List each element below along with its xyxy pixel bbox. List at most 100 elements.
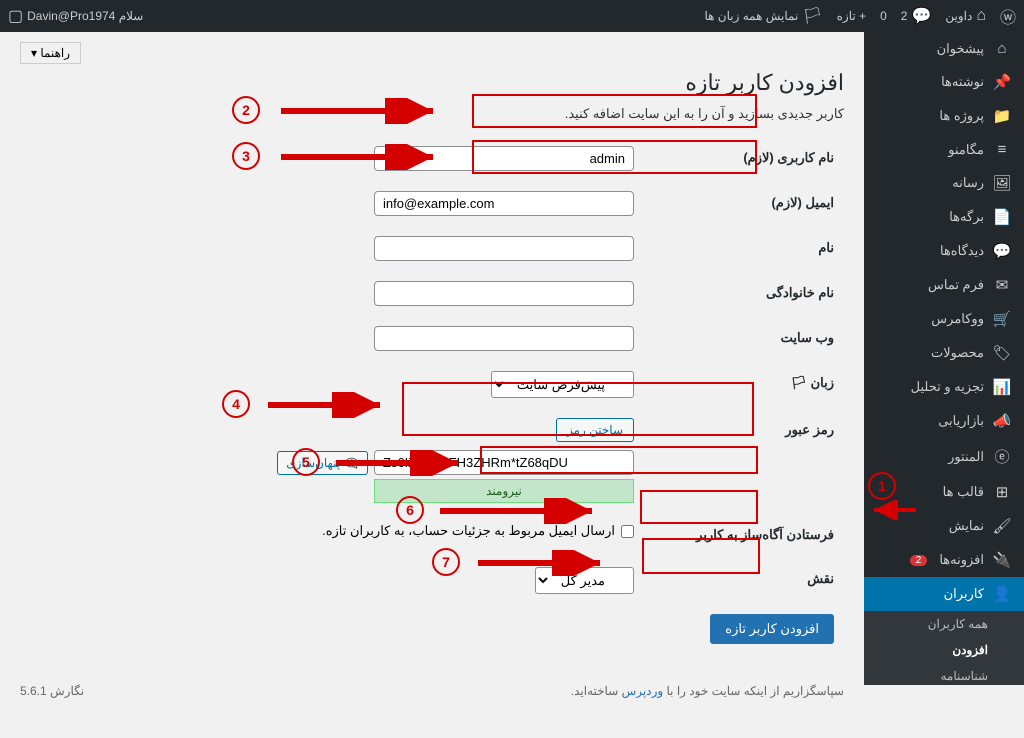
sidebar-item-7[interactable]: ✉ فرم تماس bbox=[864, 268, 1024, 302]
menu-label: بازاریابی bbox=[938, 413, 984, 429]
submenu-item-1[interactable]: افزودن bbox=[864, 637, 1024, 663]
menu-label: ووكامرس bbox=[931, 311, 984, 327]
sidebar-item-15[interactable]: 🔌افزونه‌ها2 bbox=[864, 543, 1024, 577]
menu-icon: ⓔ bbox=[992, 446, 1012, 467]
lastname-label: نام خانوادگی bbox=[644, 271, 844, 316]
menu-icon: 📌 bbox=[992, 73, 1012, 91]
firstname-input[interactable] bbox=[374, 236, 634, 261]
menu-label: فرم تماس bbox=[928, 277, 984, 293]
menu-label: دیدگاه‌ها bbox=[940, 243, 984, 259]
menu-icon: 📊 bbox=[992, 378, 1012, 396]
admin-footer: سپاسگزاریم از اینکه سایت خود را با وردپر… bbox=[20, 654, 844, 698]
menu-icon: ⊞ bbox=[992, 483, 1012, 501]
website-label: وب سایت bbox=[644, 316, 844, 361]
menu-icon: 🖌 bbox=[992, 517, 1012, 535]
menu-icon: 🛒 bbox=[992, 310, 1012, 328]
menu-label: محصولات bbox=[931, 345, 984, 361]
menu-icon: ≡ bbox=[992, 141, 1012, 158]
language-select[interactable]: پیش‌فرض سایت bbox=[491, 371, 634, 398]
howdy[interactable]: سلام Davin@Pro1974 ▢ bbox=[8, 6, 143, 26]
annotation-2: 2 bbox=[232, 96, 260, 124]
updates-link[interactable]: 0 bbox=[880, 9, 887, 23]
annotation-3: 3 bbox=[232, 142, 260, 170]
wp-logo[interactable]: ⓦ bbox=[1000, 4, 1016, 28]
sidebar-item-12[interactable]: ⓔالمنتور bbox=[864, 438, 1024, 475]
annotation-arrow-1 bbox=[866, 500, 920, 520]
sidebar-item-0[interactable]: ⌂ پیشخوان bbox=[864, 32, 1024, 65]
sidebar-item-11[interactable]: 📣 بازاریابی bbox=[864, 404, 1024, 438]
menu-icon: ⌂ bbox=[992, 40, 1012, 57]
annotation-arrow-6 bbox=[434, 498, 604, 524]
sidebar-item-6[interactable]: 💬 دیدگاه‌ها bbox=[864, 234, 1024, 268]
sidebar-item-2[interactable]: 📁پروژه ها bbox=[864, 99, 1024, 133]
page-title: افزودن کاربر تازه bbox=[20, 70, 844, 96]
flag-icon: 🏳 bbox=[790, 375, 807, 390]
sidebar-item-10[interactable]: 📊 تجزیه و تحلیل bbox=[864, 370, 1024, 404]
menu-icon: 🖼 bbox=[992, 174, 1012, 192]
annotation-arrow-7 bbox=[472, 550, 612, 576]
help-toggle[interactable]: راهنما ▾ bbox=[20, 42, 81, 64]
sidebar-item-1[interactable]: 📌 نوشته‌ها bbox=[864, 65, 1024, 99]
language-label: زبان 🏳 bbox=[644, 361, 844, 408]
annotation-7: 7 bbox=[432, 548, 460, 576]
menu-icon: 📄 bbox=[992, 208, 1012, 226]
firstname-label: نام bbox=[644, 226, 844, 271]
new-content[interactable]: + تازه bbox=[837, 9, 866, 23]
menu-label: مگامنو bbox=[948, 142, 984, 158]
menu-icon: ✉ bbox=[992, 276, 1012, 294]
wordpress-link[interactable]: وردپرس bbox=[622, 684, 664, 698]
menu-icon: 💬 bbox=[992, 242, 1012, 260]
menu-label: نمایش bbox=[949, 518, 984, 534]
send-notification-wrapper[interactable]: ارسال ایمیل مربوط به جزئیات حساب، به کار… bbox=[322, 523, 634, 539]
menu-label: رسانه bbox=[952, 175, 984, 191]
menu-icon: 📁 bbox=[992, 107, 1012, 125]
sidebar-item-9[interactable]: 🏷 محصولات bbox=[864, 336, 1024, 370]
menu-label: کاربران bbox=[944, 586, 984, 602]
annotation-5: 5 bbox=[292, 448, 320, 476]
send-notification-checkbox[interactable] bbox=[621, 525, 634, 538]
lang-switch[interactable]: 🏳نمایش همه زبان ها bbox=[704, 6, 822, 26]
menu-label: برگه‌ها bbox=[949, 209, 984, 225]
website-input[interactable] bbox=[374, 326, 634, 351]
sidebar-item-8[interactable]: 🛒 ووكامرس bbox=[864, 302, 1024, 336]
add-user-submit-button[interactable]: افزودن کاربر تازه bbox=[710, 614, 834, 644]
email-label: ایمیل (لازم) bbox=[644, 181, 844, 226]
menu-label: قالب ها bbox=[943, 484, 984, 500]
send-notification-label: فرستادن آگاه‌ساز به کاربر bbox=[644, 513, 844, 557]
menu-label: پیشخوان bbox=[937, 41, 984, 57]
admin-bar: ⓦ ⌂داوین 💬2 0 + تازه 🏳نمایش همه زبان ها … bbox=[0, 0, 1024, 32]
annotation-arrow-3 bbox=[275, 144, 445, 170]
menu-icon: 👤 bbox=[992, 585, 1012, 603]
generate-password-button[interactable]: ساختن رمز bbox=[556, 418, 634, 442]
lastname-input[interactable] bbox=[374, 281, 634, 306]
annotation-arrow-5 bbox=[330, 450, 470, 476]
sidebar-item-5[interactable]: 📄 برگه‌ها bbox=[864, 200, 1024, 234]
content-area: راهنما ▾ افزودن کاربر تازه کاربر جدیدی ب… bbox=[0, 32, 864, 738]
menu-label: نوشته‌ها bbox=[941, 74, 984, 90]
menu-icon: 🔌 bbox=[992, 551, 1012, 569]
add-user-form: نام کاربری (لازم) ایمیل (لازم) نام نام خ… bbox=[20, 136, 844, 604]
users-submenu: همه کاربرانافزودنشناسنامه bbox=[864, 611, 1024, 685]
submenu-item-2[interactable]: شناسنامه bbox=[864, 663, 1024, 685]
comments-link[interactable]: 💬2 bbox=[901, 6, 932, 26]
menu-icon: 🏷 bbox=[992, 344, 1012, 362]
annotation-4: 4 bbox=[222, 390, 250, 418]
site-name[interactable]: ⌂داوین bbox=[945, 7, 986, 25]
sidebar-item-16[interactable]: 👤 کاربران bbox=[864, 577, 1024, 611]
menu-label: افزونه‌ها bbox=[939, 552, 984, 568]
version-text: نگارش 5.6.1 bbox=[20, 684, 84, 698]
admin-sidebar: ⌂ پیشخوان 📌 نوشته‌ها 📁پروژه ها ≡ مگامنو 🖼 رسانه 📄… bbox=[864, 32, 1024, 685]
sidebar-item-3[interactable]: ≡ مگامنو bbox=[864, 133, 1024, 166]
annotation-6: 6 bbox=[396, 496, 424, 524]
annotation-arrow-4 bbox=[262, 392, 392, 418]
password-label: رمز عبور bbox=[644, 408, 844, 513]
submenu-item-0[interactable]: همه کاربران bbox=[864, 611, 1024, 637]
email-input[interactable] bbox=[374, 191, 634, 216]
menu-icon: 📣 bbox=[992, 412, 1012, 430]
role-label: نقش bbox=[644, 557, 844, 604]
menu-label: تجزیه و تحلیل bbox=[911, 379, 984, 395]
annotation-arrow-2 bbox=[275, 98, 445, 124]
annotation-1: 1 bbox=[868, 472, 896, 500]
sidebar-item-4[interactable]: 🖼 رسانه bbox=[864, 166, 1024, 200]
username-label: نام کاربری (لازم) bbox=[644, 136, 844, 181]
